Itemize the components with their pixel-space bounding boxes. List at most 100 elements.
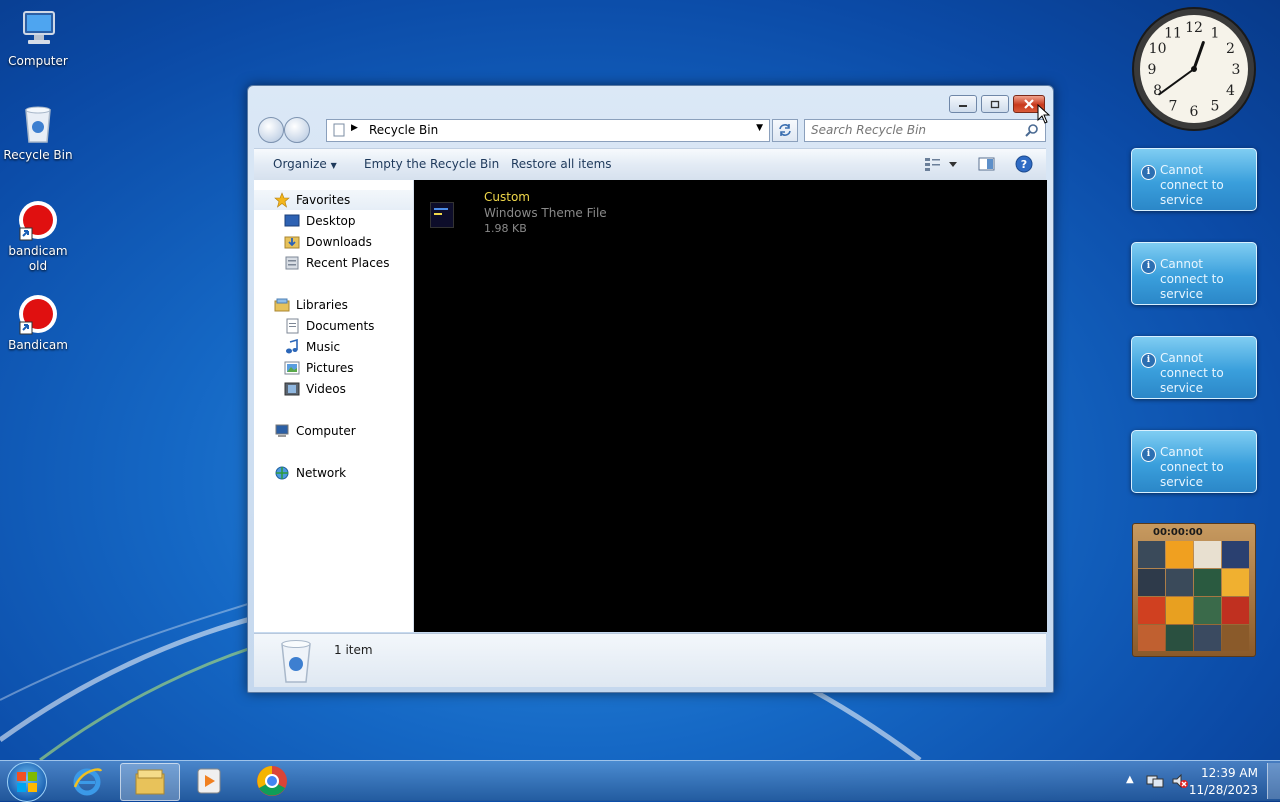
desktop-icon-computer[interactable]: Computer [0, 8, 76, 69]
theme-file-icon [430, 202, 454, 228]
clock-number: 8 [1153, 83, 1162, 99]
start-button[interactable] [7, 762, 47, 802]
empty-recycle-bin-button[interactable]: Empty the Recycle Bin [364, 157, 499, 171]
nav-music[interactable]: Music [254, 337, 413, 357]
computer-icon [274, 423, 290, 439]
network-icon [274, 465, 290, 481]
maximize-button[interactable] [981, 95, 1009, 113]
downloads-folder-icon [284, 234, 300, 250]
computer-icon [16, 8, 60, 52]
show-desktop-button[interactable] [1267, 763, 1280, 799]
gadget-status-4[interactable]: i Cannot connect to service [1131, 430, 1257, 493]
nav-desktop[interactable]: Desktop [254, 211, 413, 231]
clock-number: 3 [1232, 62, 1241, 78]
bandicam-icon [16, 198, 60, 242]
nav-pictures[interactable]: Pictures [254, 358, 413, 378]
clock-number: 5 [1211, 98, 1220, 114]
recycle-bin-icon [281, 640, 311, 683]
star-icon [274, 192, 290, 208]
taskbar-windows-explorer[interactable] [120, 763, 180, 801]
nav-downloads[interactable]: Downloads [254, 232, 413, 252]
info-icon: i [1141, 259, 1156, 274]
chevron-down-icon: ▼ [330, 161, 337, 170]
network-tray-icon[interactable] [1146, 773, 1164, 789]
search-icon [1025, 124, 1038, 137]
puzzle-grid[interactable] [1138, 541, 1250, 651]
recycle-bin-icon [16, 102, 60, 146]
clock-number: 2 [1226, 41, 1235, 57]
nav-network[interactable]: Network [254, 463, 413, 483]
refresh-button[interactable] [772, 119, 798, 142]
clock-number: 7 [1169, 98, 1178, 114]
nav-favorites[interactable]: Favorites [254, 190, 413, 210]
clock-number: 12 [1185, 20, 1203, 36]
chrome-icon [257, 766, 287, 796]
explorer-window[interactable]: ▶ Recycle Bin ▼ Organize ▼ Empty the Rec… [247, 85, 1054, 693]
taskbar-media-player[interactable] [180, 763, 238, 799]
clock-number: 9 [1148, 62, 1157, 78]
chevron-down-icon[interactable]: ▼ [756, 123, 763, 133]
nav-libraries[interactable]: Libraries [254, 295, 413, 315]
close-icon [1024, 99, 1034, 109]
forward-button[interactable] [284, 117, 310, 143]
nav-documents[interactable]: Documents [254, 316, 413, 336]
clock-gadget[interactable]: 1234567891011 12 [1131, 6, 1257, 132]
address-bar[interactable]: ▶ Recycle Bin ▼ [326, 119, 770, 142]
show-hidden-icons-button[interactable]: ▲ [1126, 774, 1134, 785]
videos-icon [284, 381, 300, 397]
taskbar: ▲ 12:39 AM 11/28/2023 [0, 760, 1280, 802]
help-button[interactable]: ? [1015, 155, 1033, 176]
picture-puzzle-gadget[interactable]: 00:00:00 [1132, 523, 1256, 657]
preview-pane-button[interactable] [978, 156, 996, 175]
minimize-button[interactable] [949, 95, 977, 113]
bandicam-icon [16, 292, 60, 336]
search-box[interactable] [804, 119, 1046, 142]
organize-button[interactable]: Organize ▼ [273, 157, 337, 171]
file-type: Windows Theme File [484, 206, 607, 220]
gadget-status-3[interactable]: i Cannot connect to service [1131, 336, 1257, 399]
svg-text:?: ? [1021, 158, 1027, 171]
music-icon [284, 339, 300, 355]
breadcrumb: Recycle Bin [369, 123, 439, 137]
desktop-icon [284, 213, 300, 229]
folder-icon [135, 769, 165, 795]
gadget-status-2[interactable]: i Cannot connect to service [1131, 242, 1257, 305]
clock-number: 1 [1211, 26, 1220, 42]
info-icon: i [1141, 353, 1156, 368]
search-input[interactable] [805, 120, 1017, 139]
details-pane: 1 item [254, 633, 1046, 687]
breadcrumb-arrow-icon: ▶ [351, 123, 358, 133]
list-item[interactable]: Custom Windows Theme File 1.98 KB [430, 190, 630, 240]
taskbar-chrome[interactable] [243, 763, 301, 799]
nav-videos[interactable]: Videos [254, 379, 413, 399]
file-size: 1.98 KB [484, 222, 527, 235]
nav-recent-places[interactable]: Recent Places [254, 253, 413, 273]
view-options-button[interactable] [924, 156, 958, 175]
recent-places-icon [284, 255, 300, 271]
windows-logo-icon [17, 772, 37, 792]
volume-muted-icon[interactable] [1171, 773, 1189, 789]
file-name: Custom [484, 190, 530, 204]
libraries-icon [274, 297, 290, 313]
clock-number: 10 [1149, 41, 1167, 57]
puzzle-timer: 00:00:00 [1153, 527, 1203, 538]
gadget-status-1[interactable]: i Cannot connect to service [1131, 148, 1257, 211]
desktop-icon-bandicam-old[interactable]: bandicam old [0, 198, 76, 274]
clock-date[interactable]: 11/28/2023 [1189, 783, 1258, 797]
desktop-icon-recycle-bin[interactable]: Recycle Bin [0, 102, 76, 163]
nav-computer[interactable]: Computer [254, 421, 413, 441]
item-count: 1 item [334, 643, 373, 657]
file-list[interactable]: Custom Windows Theme File 1.98 KB [414, 180, 1047, 632]
info-icon: i [1141, 165, 1156, 180]
recycle-bin-small-icon [333, 123, 345, 137]
clock-time[interactable]: 12:39 AM [1201, 766, 1258, 780]
taskbar-internet-explorer[interactable] [58, 763, 116, 799]
pictures-icon [284, 360, 300, 376]
clock-number: 11 [1164, 26, 1182, 42]
navigation-pane: Favorites Desktop Downloads Recent Place… [254, 180, 414, 632]
minimize-icon [959, 105, 967, 107]
help-icon: ? [1015, 155, 1033, 173]
desktop-icon-bandicam[interactable]: Bandicam [0, 292, 76, 353]
restore-all-button[interactable]: Restore all items [511, 157, 612, 171]
back-button[interactable] [258, 117, 284, 143]
